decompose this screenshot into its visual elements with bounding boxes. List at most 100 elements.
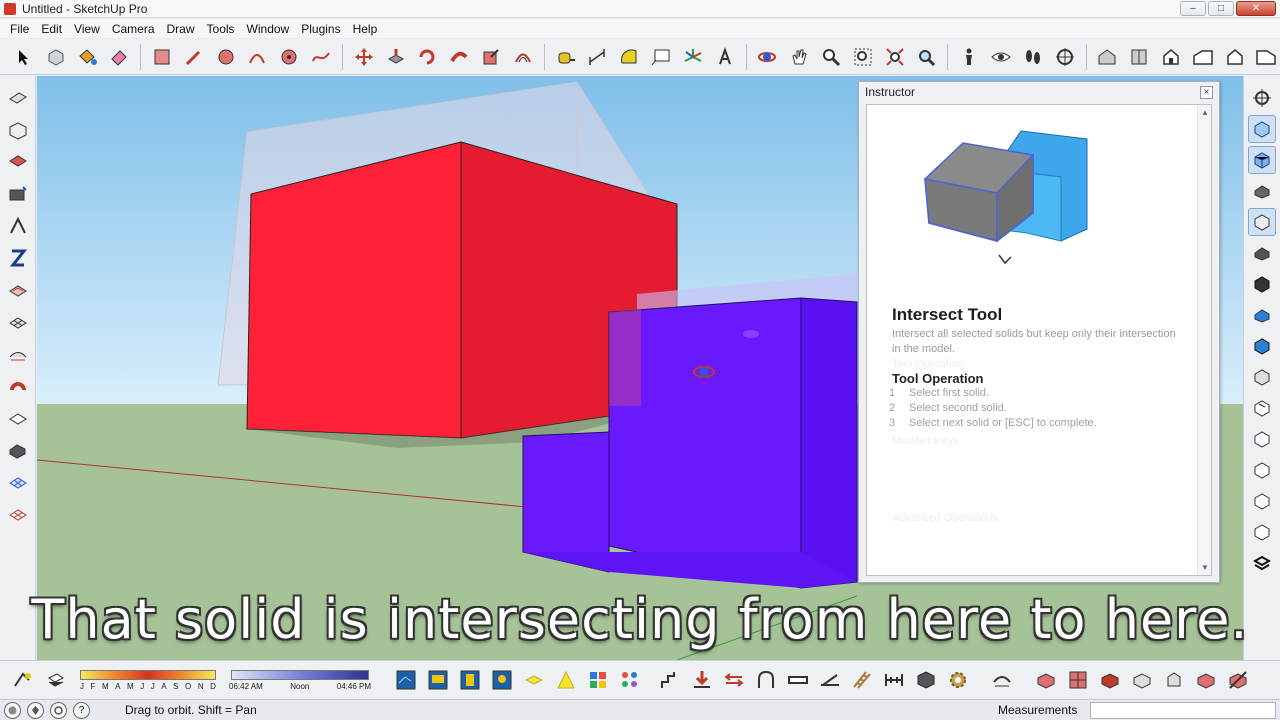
measure-span-button[interactable] (880, 666, 908, 694)
drape-button[interactable] (4, 404, 32, 432)
zoom-button[interactable] (817, 43, 845, 71)
hidden-line-button[interactable] (1248, 208, 1276, 236)
fix-box-button[interactable] (1096, 666, 1124, 694)
geo-location-icon[interactable] (4, 701, 21, 719)
close-window-button[interactable]: ✕ (1236, 1, 1276, 16)
display-shadows-button[interactable] (42, 667, 70, 695)
menu-plugins[interactable]: Plugins (295, 22, 346, 36)
bar-button[interactable] (784, 666, 812, 694)
menu-edit[interactable]: Edit (35, 22, 68, 36)
extension-warehouse-button[interactable] (584, 666, 612, 694)
pin-box-button[interactable] (1160, 666, 1188, 694)
texture-box-button[interactable] (1032, 666, 1060, 694)
menu-view[interactable]: View (68, 22, 106, 36)
walk-button[interactable] (1019, 43, 1047, 71)
section-plane-button[interactable] (1051, 43, 1079, 71)
drop-button[interactable] (688, 666, 716, 694)
curved-arrow-button[interactable] (988, 666, 1016, 694)
intersect-button[interactable] (1248, 394, 1276, 422)
position-crosshair-button[interactable] (1248, 84, 1276, 112)
text-button[interactable] (647, 43, 675, 71)
menu-window[interactable]: Window (241, 22, 296, 36)
scroll-down-icon[interactable]: ▼ (1201, 563, 1209, 572)
add-detail-button[interactable] (4, 436, 32, 464)
user-icon[interactable] (50, 701, 67, 719)
sandbox-contours-button[interactable] (4, 276, 32, 304)
pan-button[interactable] (785, 43, 813, 71)
rectangle-button[interactable] (148, 43, 176, 71)
trim-button[interactable] (1248, 487, 1276, 515)
zoom-window-button[interactable] (849, 43, 877, 71)
polygon-button[interactable] (275, 43, 303, 71)
credits-icon[interactable] (27, 701, 44, 719)
menu-tools[interactable]: Tools (201, 22, 241, 36)
zoom-extents-button[interactable] (881, 43, 909, 71)
push-pull-tool-button[interactable] (4, 180, 32, 208)
move-button[interactable] (350, 43, 378, 71)
menu-draw[interactable]: Draw (161, 22, 201, 36)
shadow-settings-button[interactable] (8, 667, 36, 695)
share-model-button[interactable] (488, 666, 516, 694)
stairs-button[interactable] (656, 666, 684, 694)
gear-button[interactable] (944, 666, 972, 694)
component-tool-button[interactable] (4, 116, 32, 144)
menu-camera[interactable]: Camera (106, 22, 161, 36)
protractor-tool-button[interactable] (4, 212, 32, 240)
position-camera-button[interactable] (955, 43, 983, 71)
help-icon[interactable]: ? (73, 701, 90, 719)
previous-view-button[interactable] (913, 43, 941, 71)
dots-palette-button[interactable] (616, 666, 644, 694)
minimize-button[interactable]: – (1180, 1, 1206, 16)
follow-me-button[interactable] (445, 43, 473, 71)
smoove-button[interactable] (4, 340, 32, 368)
instructor-close-button[interactable]: × (1200, 86, 1213, 99)
time-slider[interactable] (231, 670, 369, 680)
month-slider[interactable] (80, 670, 216, 680)
get-models-button[interactable] (456, 666, 484, 694)
3d-text-tool-button[interactable] (4, 244, 32, 272)
cut-box-button[interactable] (1224, 666, 1252, 694)
align-button[interactable] (720, 666, 748, 694)
fold-box-button[interactable] (1128, 666, 1156, 694)
top-view-button[interactable] (1125, 43, 1153, 71)
split-button[interactable] (1248, 518, 1276, 546)
sandbox-grid-button[interactable] (4, 500, 32, 528)
make-component-button[interactable] (42, 43, 70, 71)
component-box-button[interactable] (912, 666, 940, 694)
eraser-button[interactable] (105, 43, 133, 71)
back-edges-button[interactable] (1248, 146, 1276, 174)
offset-button[interactable] (509, 43, 537, 71)
protractor-button[interactable] (615, 43, 643, 71)
look-around-button[interactable] (987, 43, 1015, 71)
paint-tool-button[interactable] (4, 148, 32, 176)
push-pull-button[interactable] (382, 43, 410, 71)
stamp-button[interactable] (4, 372, 32, 400)
shaded-textures-button[interactable] (1248, 270, 1276, 298)
wireframe-button[interactable] (1248, 177, 1276, 205)
slope-button[interactable] (816, 666, 844, 694)
right-view-button[interactable] (1189, 43, 1217, 71)
left-view-button[interactable] (1252, 43, 1280, 71)
3d-text-button[interactable] (711, 43, 739, 71)
scale-button[interactable] (477, 43, 505, 71)
paint-bucket-button[interactable] (74, 43, 102, 71)
dimension-button[interactable] (584, 43, 612, 71)
subtract-button[interactable] (1248, 456, 1276, 484)
freehand-button[interactable] (307, 43, 335, 71)
monochrome-button[interactable] (1248, 301, 1276, 329)
line-button[interactable] (180, 43, 208, 71)
tape-measure-button[interactable] (552, 43, 580, 71)
layers-button[interactable] (1248, 549, 1276, 577)
front-view-button[interactable] (1157, 43, 1185, 71)
arc-join-button[interactable] (752, 666, 780, 694)
scroll-up-icon[interactable]: ▲ (1201, 108, 1209, 117)
iso-view-button[interactable] (1094, 43, 1122, 71)
instructor-scrollbar[interactable]: ▲ ▼ (1197, 105, 1211, 575)
sandbox-scratch-button[interactable] (4, 308, 32, 336)
eraser-tool-button[interactable] (4, 84, 32, 112)
circle-button[interactable] (212, 43, 240, 71)
orbit-button[interactable] (754, 43, 782, 71)
flip-edge-button[interactable] (4, 468, 32, 496)
axes-button[interactable] (679, 43, 707, 71)
union-button[interactable] (1248, 425, 1276, 453)
